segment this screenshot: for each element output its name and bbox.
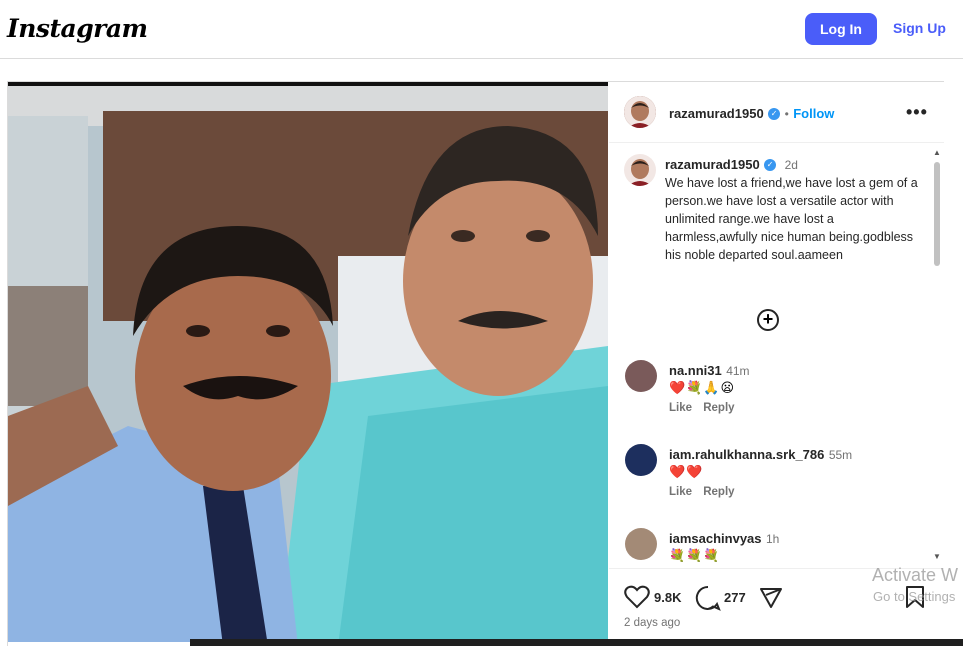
post-container: razamurad1950 ✓ • Follow ••• razamurad19…: [7, 81, 944, 647]
comment-like-button[interactable]: Like: [669, 486, 692, 498]
share-icon[interactable]: [759, 586, 783, 615]
comment-time: 55m: [828, 448, 853, 462]
caption-time: 2d: [784, 158, 798, 172]
comment-icon[interactable]: [695, 585, 721, 616]
author-avatar-image: [624, 96, 656, 128]
separator-dot: •: [784, 107, 789, 121]
instagram-logo[interactable]: Instagram: [7, 14, 148, 43]
comment-reply-button[interactable]: Reply: [703, 402, 734, 414]
load-more-comments-icon[interactable]: +: [757, 309, 779, 331]
scroll-up-icon[interactable]: ▲: [933, 148, 941, 157]
comment-item: iamsachinvyas 1h 💐💐💐: [625, 528, 925, 562]
more-options-icon[interactable]: •••: [906, 102, 928, 123]
comment-text: ❤️❤️: [669, 464, 704, 479]
author-avatar[interactable]: [624, 96, 656, 128]
caption-block: razamurad1950 ✓ 2d We have lost a friend…: [665, 156, 925, 264]
post-photo-image: [8, 86, 608, 642]
comment-username[interactable]: iamsachinvyas: [669, 531, 762, 546]
comment-like-button[interactable]: Like: [669, 402, 692, 414]
login-button[interactable]: Log In: [805, 13, 877, 45]
follow-button[interactable]: Follow: [793, 106, 834, 121]
post-header: razamurad1950 ✓ • Follow •••: [609, 82, 944, 143]
scrollbar-thumb[interactable]: [934, 162, 940, 266]
comment-text: 💐💐💐: [669, 548, 721, 562]
comments-scrollbar[interactable]: ▲ ▼: [933, 148, 941, 564]
author-username[interactable]: razamurad1950: [669, 106, 764, 121]
caption-username[interactable]: razamurad1950: [665, 157, 760, 172]
signup-link[interactable]: Sign Up: [893, 20, 946, 36]
activate-windows-subtitle: Go to Settings: [873, 589, 956, 604]
comment-text: ❤️💐🙏😦: [669, 380, 736, 395]
comment-reply-button[interactable]: Reply: [703, 486, 734, 498]
comments-count[interactable]: 277: [724, 590, 746, 605]
comment-time: 41m: [726, 364, 750, 378]
verified-badge-icon: ✓: [768, 107, 781, 120]
comment-username[interactable]: iam.rahulkhanna.srk_786: [669, 447, 824, 462]
post-side-panel: razamurad1950 ✓ • Follow ••• razamurad19…: [609, 82, 944, 647]
verified-badge-icon: ✓: [764, 158, 777, 171]
caption-text: We have lost a friend,we have lost a gem…: [665, 176, 918, 262]
activate-windows-title: Activate W: [872, 565, 959, 585]
post-photo[interactable]: [8, 82, 608, 642]
likes-count[interactable]: 9.8K: [654, 590, 681, 605]
caption-avatar-image: [624, 154, 656, 186]
caption-avatar[interactable]: [624, 154, 656, 186]
commenter-avatar[interactable]: [625, 444, 657, 476]
scroll-down-icon[interactable]: ▼: [933, 552, 941, 561]
heart-icon[interactable]: [624, 585, 650, 614]
comment-username[interactable]: na.nni31: [669, 363, 722, 378]
comment-time: 1h: [765, 532, 780, 546]
posted-time: 2 days ago: [624, 617, 681, 629]
commenter-avatar[interactable]: [625, 360, 657, 392]
taskbar-strip: [190, 639, 963, 646]
commenter-avatar[interactable]: [625, 528, 657, 560]
top-bar: Instagram Log In Sign Up: [0, 0, 963, 59]
